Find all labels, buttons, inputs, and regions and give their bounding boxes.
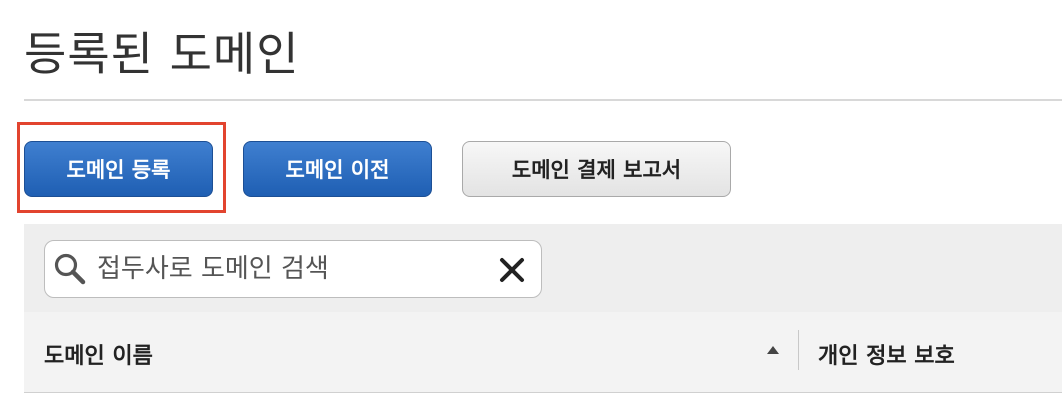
sort-ascending-icon[interactable]	[766, 344, 780, 356]
page-title: 등록된 도메인	[24, 27, 300, 81]
table-header: 도메인 이름 개인 정보 보호	[24, 312, 1062, 393]
column-header-domain-name[interactable]: 도메인 이름	[44, 338, 153, 370]
search-icon	[54, 253, 86, 285]
domain-billing-report-button[interactable]: 도메인 결제 보고서	[462, 141, 731, 197]
column-divider[interactable]	[798, 330, 799, 370]
registered-domains-page: 등록된 도메인 도메인 등록 도메인 이전 도메인 결제 보고서 도메인 이름 …	[0, 0, 1062, 416]
register-domain-button[interactable]: 도메인 등록	[24, 141, 213, 197]
search-input[interactable]	[97, 249, 477, 289]
close-icon[interactable]	[497, 255, 527, 285]
column-header-privacy-protection[interactable]: 개인 정보 보호	[818, 338, 955, 370]
transfer-domain-button[interactable]: 도메인 이전	[243, 141, 432, 197]
search-box[interactable]	[44, 240, 542, 298]
title-divider	[24, 99, 1062, 101]
